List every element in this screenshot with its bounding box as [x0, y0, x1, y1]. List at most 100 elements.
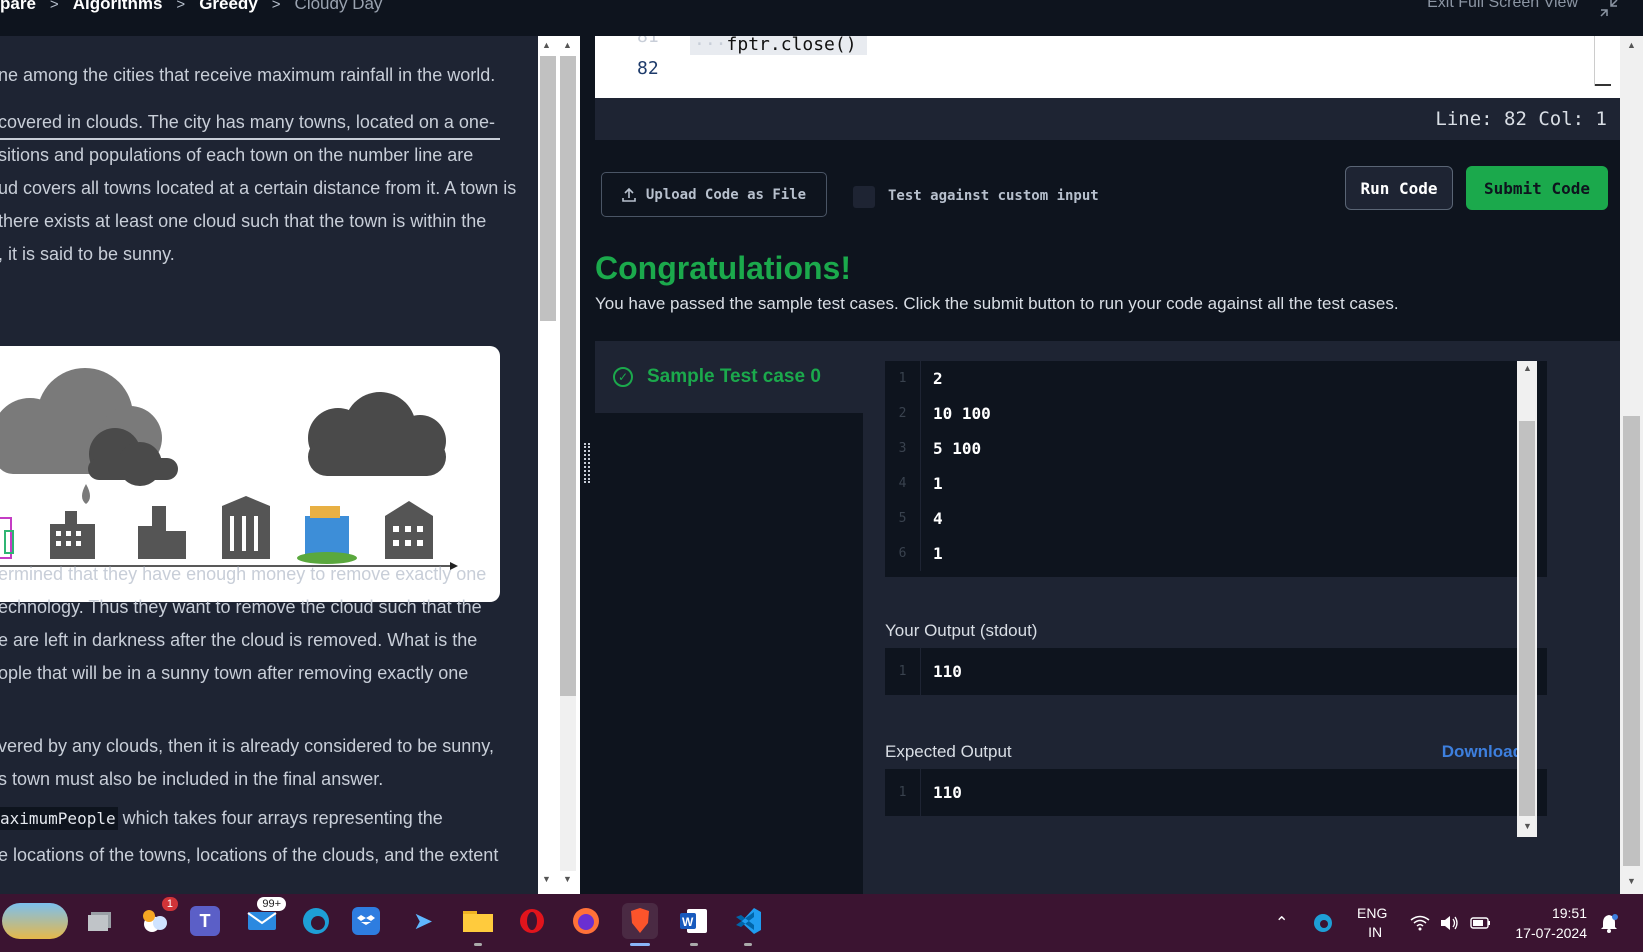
language-code: ENG	[1357, 905, 1388, 921]
editor-scrollbar[interactable]	[1594, 36, 1611, 86]
line-number: 1	[885, 769, 921, 816]
submit-code-button[interactable]: Submit Code	[1466, 166, 1608, 210]
opera-icon[interactable]	[514, 903, 550, 939]
output-row: 1 110	[885, 769, 1547, 816]
taskbar: 1 T 99+ ➤ W ⌃ ENG IN 19:51 17-07-2024	[0, 894, 1643, 952]
scroll-up-arrow-icon[interactable]: ▲	[1523, 363, 1532, 373]
firefox-icon[interactable]	[568, 903, 604, 939]
test-case-tab[interactable]: ✓ Sample Test case 0	[595, 341, 863, 413]
clock[interactable]: 19:51 17-07-2024	[1510, 894, 1587, 952]
notification-badge: 1	[161, 897, 178, 911]
input-row: 12	[885, 361, 1547, 396]
scroll-down-arrow-icon[interactable]: ▼	[563, 874, 572, 884]
show-hidden-icons-icon[interactable]: ⌃	[1275, 894, 1288, 952]
chevron-right-icon: >	[176, 0, 186, 13]
scrollbar-thumb[interactable]	[1519, 421, 1535, 816]
run-code-button[interactable]: Run Code	[1345, 166, 1453, 210]
weather-icon[interactable]: 1	[136, 897, 178, 939]
clock-time: 19:51	[1551, 905, 1587, 921]
code-editor[interactable]: 81 82 ···fptr.close()	[595, 36, 1620, 98]
scroll-down-arrow-icon[interactable]: ▼	[1627, 876, 1636, 886]
upload-code-label: Upload Code as File	[645, 186, 807, 203]
code-line[interactable]: ···fptr.close()	[690, 36, 867, 55]
scroll-down-arrow-icon[interactable]: ▼	[542, 874, 551, 884]
volume-icon[interactable]	[1440, 894, 1460, 952]
widgets-icon[interactable]	[2, 903, 68, 939]
upload-icon	[622, 187, 636, 202]
output-value: 110	[933, 662, 962, 681]
test-case-label: Sample Test case 0	[647, 366, 821, 387]
problem-text: ud covers all towns located at a certain…	[0, 178, 517, 198]
problem-scrollbar[interactable]: ▲ ▲ ▼ ▼	[538, 36, 580, 894]
file-explorer-icon[interactable]	[460, 903, 496, 946]
active-indicator	[630, 943, 650, 946]
scrollbar-thumb[interactable]	[560, 56, 576, 696]
upload-code-button[interactable]: Upload Code as File	[601, 172, 827, 217]
line-number: 4	[885, 466, 921, 501]
custom-input-label[interactable]: Test against custom input	[888, 188, 1099, 204]
io-scrollbar[interactable]: ▲ ▼	[1517, 361, 1537, 837]
scrollbar-thumb[interactable]	[540, 56, 556, 321]
notification-bell-icon[interactable]	[1600, 894, 1618, 952]
result-title: Congratulations!	[595, 250, 851, 286]
breadcrumb-current: Cloudy Day	[294, 0, 383, 13]
line-number: 5	[885, 501, 921, 536]
line-number: 1	[885, 648, 921, 695]
scroll-up-arrow-icon[interactable]: ▲	[563, 40, 572, 50]
problem-text: sitions and populations of each town on …	[0, 145, 474, 165]
breadcrumb-item[interactable]: pare	[0, 0, 36, 14]
cursor-position: Line: 82 Col: 1	[1435, 108, 1607, 130]
input-row: 3 5 100	[885, 431, 1547, 466]
test-case-list: ✓ Sample Test case 0	[595, 341, 863, 894]
exit-fullscreen-icon[interactable]	[1599, 0, 1621, 20]
breadcrumb: pare > Algorithms > Greedy > Cloudy Day	[0, 0, 382, 14]
resize-grip-icon[interactable]	[584, 443, 590, 483]
custom-input-checkbox[interactable]	[853, 186, 875, 208]
input-value: 2	[933, 369, 943, 388]
input-value: 1	[933, 474, 943, 493]
input-value: 10 100	[933, 404, 991, 423]
your-output-heading: Your Output (stdout)	[885, 621, 1038, 640]
page-scrollbar[interactable]: ▲ ▼	[1620, 36, 1643, 894]
problem-text: aximumPeople which takes four arrays rep…	[0, 801, 443, 836]
mail-icon[interactable]: 99+	[244, 897, 286, 939]
problem-text: ne among the cities that receive maximum…	[0, 65, 496, 85]
problem-text: , it is said to be sunny.	[0, 244, 175, 264]
input-row: 2 10 100	[885, 396, 1547, 431]
line-number: 3	[885, 431, 921, 466]
scroll-down-arrow-icon[interactable]: ▼	[1523, 821, 1532, 831]
exit-fullscreen-link[interactable]: Exit Full Screen View	[1427, 0, 1578, 12]
scroll-up-arrow-icon[interactable]: ▲	[1627, 40, 1636, 50]
scrollbar-thumb[interactable]	[1623, 416, 1640, 866]
breadcrumb-item[interactable]: Algorithms	[73, 0, 163, 14]
edge-tray-icon[interactable]	[1312, 894, 1334, 952]
scroll-up-arrow-icon[interactable]: ▲	[542, 40, 551, 50]
teams-icon[interactable]: T	[190, 906, 220, 936]
running-indicator	[474, 943, 482, 946]
edge-icon[interactable]	[298, 903, 334, 939]
problem-text: ermined that they have enough money to r…	[0, 564, 487, 584]
word-icon[interactable]: W	[676, 903, 712, 946]
running-indicator	[690, 943, 698, 946]
test-results-section: ✓ Sample Test case 0 12 2 10 100 35 100 4…	[595, 341, 1620, 894]
breadcrumb-item[interactable]: Greedy	[199, 0, 258, 14]
power-automate-icon[interactable]: ➤	[405, 903, 441, 939]
wifi-icon[interactable]	[1410, 894, 1430, 952]
download-link[interactable]: Download	[1442, 742, 1523, 762]
problem-text: vered by any clouds, then it is already …	[0, 736, 494, 756]
svg-text:W: W	[682, 915, 694, 929]
vscode-icon[interactable]	[730, 903, 766, 946]
dropbox-icon[interactable]	[352, 907, 380, 935]
task-view-icon[interactable]	[82, 903, 118, 939]
battery-icon[interactable]	[1470, 894, 1492, 952]
running-indicator	[744, 943, 752, 946]
expected-output-block: 1 110	[885, 769, 1547, 816]
input-value: 1	[933, 544, 943, 563]
brave-icon[interactable]	[622, 903, 658, 946]
your-output-block: 1 110	[885, 648, 1547, 695]
language-indicator[interactable]: ENG IN	[1357, 894, 1387, 952]
check-circle-icon: ✓	[613, 367, 633, 387]
input-value: 4	[933, 509, 943, 528]
function-name-code: aximumPeople	[0, 807, 118, 830]
problem-text: e are left in darkness after the cloud i…	[0, 630, 478, 650]
